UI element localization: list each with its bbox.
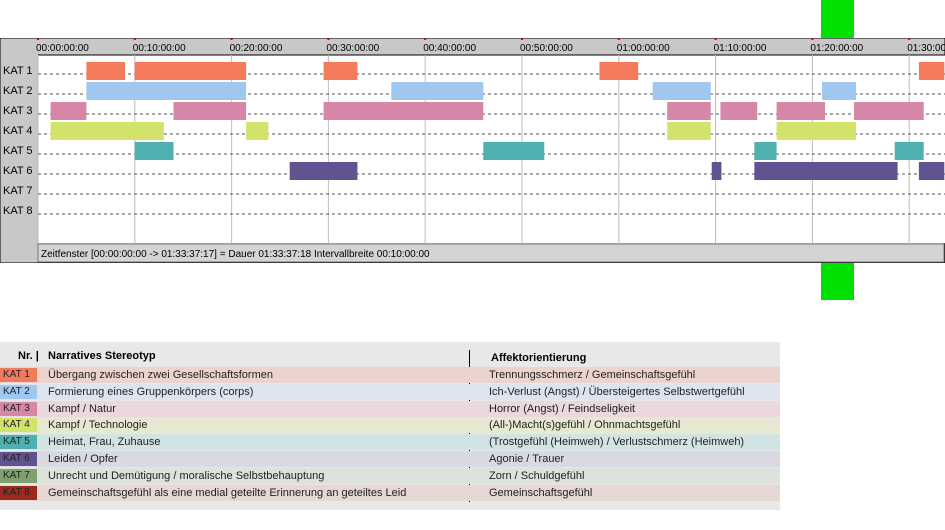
segment-kat-4-17[interactable] bbox=[246, 122, 269, 140]
segment-kat-3-11[interactable] bbox=[323, 102, 484, 120]
legend-stereotyp: Kampf / Technologie bbox=[48, 419, 148, 432]
legend-swatch: KAT 5 bbox=[0, 435, 37, 450]
x-tick-label-2: 00:20:00:00 bbox=[230, 43, 283, 54]
segment-kat-4-19[interactable] bbox=[776, 122, 856, 140]
segment-kat-4-18[interactable] bbox=[667, 122, 711, 140]
legend-swatch: KAT 1 bbox=[0, 368, 37, 382]
segment-kat-1-0[interactable] bbox=[86, 62, 126, 80]
legend-stereotyp: Heimat, Frau, Zuhause bbox=[48, 436, 161, 449]
segment-kat-6-24[interactable] bbox=[289, 162, 358, 180]
segment-kat-3-12[interactable] bbox=[667, 102, 711, 120]
legend-row: KAT 7 Unrecht und Demütigung / moralische… bbox=[0, 467, 780, 484]
legend-swatch: KAT 4 bbox=[0, 418, 37, 433]
segment-kat-5-21[interactable] bbox=[483, 142, 545, 160]
x-tick-label-8: 01:20:00:00 bbox=[810, 43, 863, 54]
legend-swatch: KAT 2 bbox=[0, 384, 37, 399]
segment-kat-6-25[interactable] bbox=[711, 162, 722, 180]
legend-header-affekt: Affektorientierung bbox=[491, 352, 587, 364]
tick-marker-0 bbox=[37, 38, 39, 40]
segment-kat-1-1[interactable] bbox=[134, 62, 247, 80]
legend-affekt: (All-)Macht(s)gefühl / Ohnmachtsgefühl bbox=[489, 419, 681, 432]
tick-marker-7 bbox=[714, 38, 717, 40]
tick-marker-1 bbox=[133, 38, 136, 40]
legend-affekt: Gemeinschaftsgefühl bbox=[489, 486, 593, 499]
legend-row: KAT 1 Übergang zwischen zwei Gesellschaft… bbox=[0, 367, 780, 383]
legend-affekt: Ich-Verlust (Angst) / Übersteigertes Sel… bbox=[489, 385, 745, 398]
segment-kat-3-15[interactable] bbox=[854, 102, 924, 120]
x-tick-label-5: 00:50:00:00 bbox=[520, 43, 573, 54]
row-label-kat-4: KAT 4 bbox=[3, 125, 33, 137]
tick-marker-3 bbox=[327, 38, 330, 40]
segment-kat-6-26[interactable] bbox=[754, 162, 898, 180]
tick-marker-2 bbox=[230, 38, 233, 40]
segment-kat-3-13[interactable] bbox=[720, 102, 758, 120]
legend-affekt: Agonie / Trauer bbox=[489, 453, 565, 465]
segment-kat-2-7[interactable] bbox=[652, 82, 711, 100]
tick-marker-8 bbox=[811, 38, 814, 40]
legend-row: KAT 8 Gemeinschaftsgefühl als eine medial… bbox=[0, 484, 780, 501]
segment-kat-2-6[interactable] bbox=[391, 82, 484, 100]
timeline-chart: 00:00:00:00 00:10:00:00 00:20:00:00 00:30:0… bbox=[0, 38, 945, 263]
status-text: Zeitfenster [00:00:00:00 -> 01:33:37:17]… bbox=[41, 249, 430, 260]
x-tick-label-9: 01:30:00 bbox=[907, 43, 945, 54]
legend-swatch: KAT 6 bbox=[0, 452, 37, 466]
x-tick-label-3: 00:30:00:00 bbox=[326, 43, 379, 54]
x-tick-label-4: 00:40:00:00 bbox=[423, 43, 476, 54]
playhead-marker-bottom[interactable] bbox=[821, 263, 854, 300]
segment-kat-1-2[interactable] bbox=[323, 62, 358, 80]
segment-kat-2-8[interactable] bbox=[822, 82, 856, 100]
legend-header-nr: Nr. | bbox=[18, 350, 39, 362]
x-tick-label-6: 01:00:00:00 bbox=[617, 43, 670, 54]
row-label-kat-1: KAT 1 bbox=[3, 65, 33, 77]
legend-row: KAT 6 Leiden / Opfer Agonie / Trauer bbox=[0, 451, 780, 467]
legend-row: KAT 5 Heimat, Frau, Zuhause (Trostgefühl (… bbox=[0, 434, 780, 451]
tick-marker-6 bbox=[617, 38, 620, 40]
legend-affekt: Horror (Angst) / Feindseligkeit bbox=[489, 402, 636, 415]
legend-stereotyp: Formierung eines Gruppenkörpers (corps) bbox=[48, 385, 254, 398]
segment-kat-3-14[interactable] bbox=[776, 102, 825, 120]
row-label-kat-7: KAT 7 bbox=[3, 185, 33, 197]
legend-affekt: Zorn / Schuldgefühl bbox=[489, 469, 585, 482]
segment-kat-1-3[interactable] bbox=[599, 62, 639, 80]
legend-swatch: KAT 7 bbox=[0, 468, 37, 483]
segment-kat-4-16[interactable] bbox=[50, 122, 164, 140]
legend-stereotyp: Leiden / Opfer bbox=[48, 453, 118, 465]
tick-marker-4 bbox=[424, 38, 427, 40]
x-tick-label-0: 00:00:00:00 bbox=[36, 43, 89, 54]
segment-kat-3-10[interactable] bbox=[173, 102, 247, 120]
legend-stereotyp: Unrecht und Demütigung / moralische Selb… bbox=[48, 469, 325, 482]
legend-row: KAT 3 Kampf / Natur Horror (Angst) / Feind… bbox=[0, 400, 780, 417]
tick-marker-5 bbox=[521, 38, 523, 40]
tick-marker-9 bbox=[908, 38, 911, 40]
legend-swatch: KAT 3 bbox=[0, 401, 37, 416]
row-label-kat-8: KAT 8 bbox=[3, 205, 33, 217]
x-tick-label-7: 01:10:00:00 bbox=[714, 43, 767, 54]
segment-kat-5-22[interactable] bbox=[754, 142, 777, 160]
segment-kat-5-20[interactable] bbox=[134, 142, 174, 160]
legend-row: KAT 4 Kampf / Technologie (All-)Macht(s)ge… bbox=[0, 417, 780, 434]
row-label-kat-3: KAT 3 bbox=[3, 105, 33, 117]
segment-kat-5-23[interactable] bbox=[894, 142, 924, 160]
legend-header-stereotyp: Narratives Stereotyp bbox=[48, 350, 156, 362]
legend-row: KAT 2 Formierung eines Gruppenkörpers (co… bbox=[0, 383, 780, 400]
legend-swatch: KAT 8 bbox=[0, 485, 37, 500]
row-label-kat-5: KAT 5 bbox=[3, 145, 33, 157]
playhead-marker-top[interactable] bbox=[821, 0, 854, 38]
segment-kat-1-4[interactable] bbox=[918, 62, 945, 80]
row-label-kat-6: KAT 6 bbox=[3, 165, 33, 177]
legend-stereotyp: Übergang zwischen zwei Gesellschaftsform… bbox=[48, 369, 273, 381]
row-label-kat-2: KAT 2 bbox=[3, 85, 33, 97]
legend-table: Nr. | Narratives Stereotyp Affektorienti… bbox=[0, 342, 780, 510]
legend-affekt: Trennungsschmerz / Gemeinschaftsgefühl bbox=[489, 369, 696, 381]
segment-kat-3-9[interactable] bbox=[50, 102, 87, 120]
legend-affekt: (Trostgefühl (Heimweh) / Verlustschmerz … bbox=[489, 436, 745, 449]
x-tick-label-1: 00:10:00:00 bbox=[133, 43, 186, 54]
segment-kat-2-5[interactable] bbox=[86, 82, 247, 100]
legend-stereotyp: Gemeinschaftsgefühl als eine medial gete… bbox=[48, 486, 407, 499]
legend-stereotyp: Kampf / Natur bbox=[48, 402, 116, 415]
segment-kat-6-27[interactable] bbox=[918, 162, 945, 180]
